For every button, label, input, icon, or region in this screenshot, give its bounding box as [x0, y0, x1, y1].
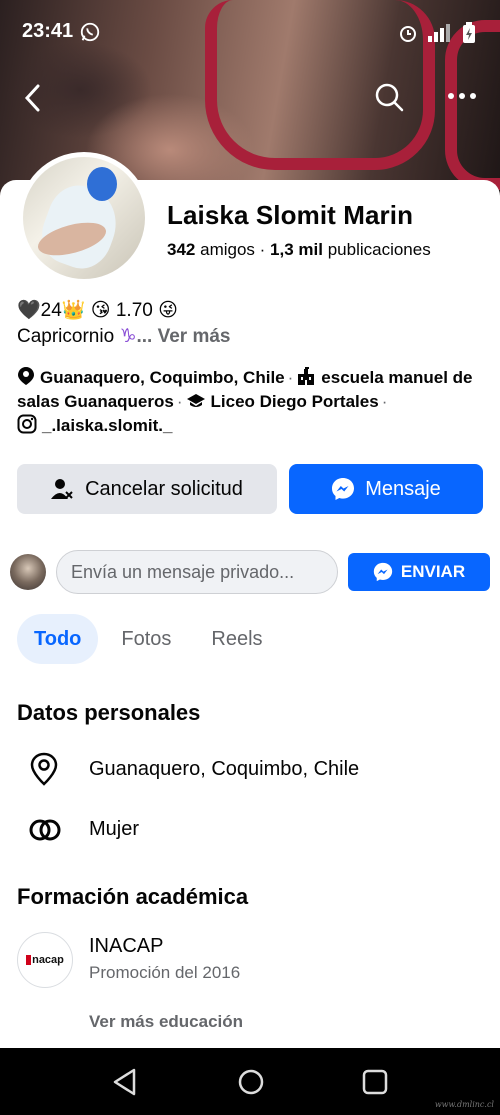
send-button[interactable]: ENVIAR: [348, 553, 490, 591]
bio-height: 1.70: [115, 300, 153, 321]
messenger-icon: [332, 478, 355, 500]
watermark: www.dmlinc.cl: [434, 1100, 494, 1109]
gender-rings-icon: [29, 819, 61, 841]
more-options-icon[interactable]: [447, 86, 477, 106]
android-nav-bar: www.dmlinc.cl: [0, 1048, 500, 1115]
back-arrow-icon[interactable]: [22, 82, 44, 114]
bio-line-1: 🖤24👑 😘 1.70 😜: [17, 298, 231, 324]
personal-location[interactable]: Guanaquero, Coquimbo, Chile: [89, 758, 359, 781]
tab-fotos[interactable]: Fotos: [104, 614, 188, 664]
alarm-icon: [400, 26, 416, 42]
school-building-icon: [298, 367, 315, 385]
nav-recents-icon[interactable]: [362, 1068, 388, 1096]
messenger-send-icon: [373, 562, 393, 582]
tab-reels[interactable]: Reels: [194, 614, 279, 664]
detail-school-2[interactable]: Liceo Diego Portales: [211, 392, 379, 411]
status-bar: 23:41: [0, 14, 500, 54]
crown-icon: 👑: [61, 300, 86, 321]
status-time: 23:41: [22, 20, 74, 42]
top-nav: [0, 80, 500, 116]
nav-home-icon[interactable]: [237, 1068, 265, 1096]
profile-name: Laiska Slomit Marin: [167, 200, 414, 230]
profile-details: Guanaquero, Coquimbo, Chile · escuela manu…: [17, 367, 473, 435]
see-more-link[interactable]: ... Ver más: [136, 326, 230, 347]
posts-count: 1,3 mil: [270, 240, 323, 259]
bio-line-2: Capricornio ♑... Ver más: [17, 324, 231, 350]
my-avatar: [10, 554, 46, 590]
kiss-emoji-icon: 😘: [90, 300, 111, 321]
friends-count[interactable]: 342: [167, 240, 195, 259]
profile-stats: 342 amigos · 1,3 mil publicaciones: [167, 240, 431, 260]
message-button[interactable]: Mensaje: [289, 464, 483, 514]
send-label: ENVIAR: [400, 562, 466, 581]
personal-location-row: Guanaquero, Coquimbo, Chile: [0, 750, 500, 790]
education-year: Promoción del 2016: [89, 963, 241, 982]
education-school[interactable]: INACAP: [89, 935, 163, 958]
nav-back-icon[interactable]: [112, 1068, 138, 1096]
status-icons: [398, 22, 476, 44]
tongue-emoji-icon: 😜: [158, 300, 178, 321]
whatsapp-icon: [80, 22, 100, 42]
detail-instagram[interactable]: _.laiska.slomit._: [42, 416, 172, 435]
posts-label: publicaciones: [327, 240, 431, 259]
personal-data-title: Datos personales: [17, 700, 201, 725]
education-title: Formación académica: [17, 884, 249, 909]
personal-gender-row: Mujer: [0, 810, 500, 850]
profile-avatar[interactable]: [18, 152, 150, 284]
private-message-row: Envía un mensaje privado... ENVIAR: [0, 548, 500, 598]
stats-separator: ·: [259, 240, 271, 259]
tab-todo[interactable]: Todo: [17, 614, 99, 664]
cancel-friend-icon: [51, 479, 73, 499]
detail-location[interactable]: Guanaquero, Coquimbo, Chile: [40, 368, 285, 387]
inacap-logo-text: nacap: [32, 954, 64, 966]
personal-gender: Mujer: [89, 818, 140, 840]
signal-icon: [428, 24, 450, 42]
avatar-image: [23, 157, 145, 279]
bio-age: 24: [40, 300, 62, 321]
message-label: Mensaje: [365, 477, 441, 500]
profile-bio: 🖤24👑 😘 1.70 😜 Capricornio ♑... Ver más: [17, 298, 231, 350]
search-icon[interactable]: [374, 82, 404, 112]
instagram-icon: [17, 414, 37, 434]
location-pin-icon: [18, 367, 34, 385]
capricorn-icon: ♑: [119, 326, 137, 347]
friends-label[interactable]: amigos: [200, 240, 255, 259]
black-heart-icon: 🖤: [17, 300, 41, 321]
see-more-education-link[interactable]: Ver más educación: [89, 1012, 243, 1032]
private-message-input[interactable]: Envía un mensaje privado...: [56, 550, 338, 594]
bio-sign: Capricornio: [17, 326, 115, 347]
profile-tabs: Todo Fotos Reels: [17, 614, 280, 664]
location-outline-icon: [30, 752, 58, 786]
inacap-logo: nacap: [17, 932, 73, 988]
battery-icon: [463, 22, 475, 43]
cancel-request-label: Cancelar solicitud: [85, 477, 243, 500]
cancel-request-button[interactable]: Cancelar solicitud: [17, 464, 277, 514]
graduation-cap-icon: [186, 394, 205, 407]
